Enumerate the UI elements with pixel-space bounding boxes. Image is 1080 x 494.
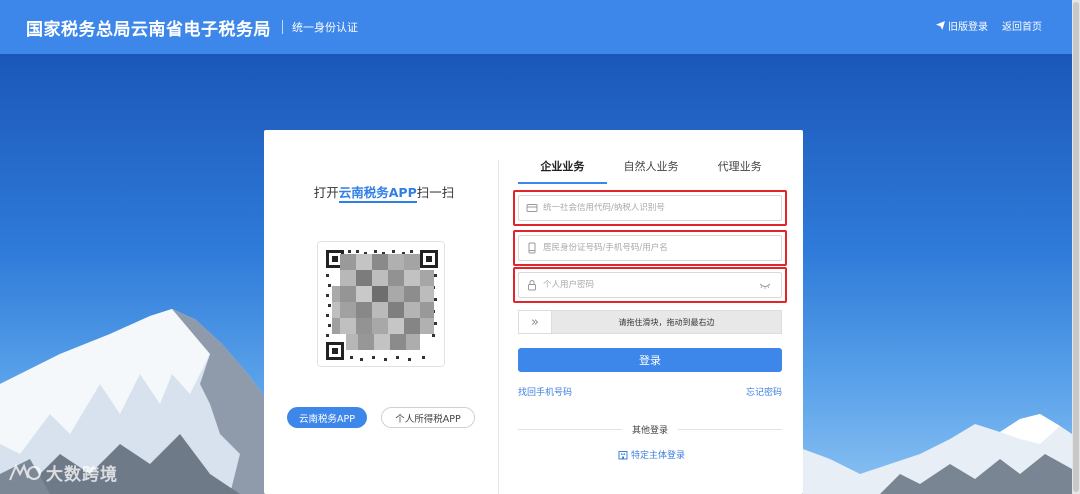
scan-suffix: 扫一扫 xyxy=(416,185,455,200)
watermark: 大数跨境 xyxy=(8,460,118,485)
title-divider xyxy=(282,20,283,34)
forgot-password-link[interactable]: 忘记密码 xyxy=(746,385,782,398)
credit-code-input[interactable] xyxy=(543,203,743,213)
scan-app-name: 云南税务APP xyxy=(338,185,417,203)
lock-icon xyxy=(528,280,536,291)
scan-instruction: 打开云南税务APP扫一扫 xyxy=(304,182,464,203)
double-chevron-right-icon: » xyxy=(531,314,539,330)
tab-agent[interactable]: 代理业务 xyxy=(695,158,784,184)
slider-handle[interactable]: » xyxy=(519,311,552,333)
other-login-label: 其他登录 xyxy=(622,423,678,436)
login-tabs: 企业业务 自然人业务 代理业务 xyxy=(518,158,784,184)
password-input[interactable] xyxy=(543,280,743,290)
qr-code xyxy=(317,241,445,367)
phone-icon xyxy=(528,242,536,254)
pane-divider xyxy=(498,160,499,494)
site-subtitle: 统一身份认证 xyxy=(292,21,358,34)
paper-plane-icon xyxy=(936,21,945,30)
building-icon xyxy=(618,450,628,459)
old-version-login-link[interactable]: 旧版登录 xyxy=(936,18,988,33)
old-login-label: 旧版登录 xyxy=(948,22,988,33)
watermark-logo-icon xyxy=(9,462,41,480)
special-login-label: 特定主体登录 xyxy=(631,451,686,461)
find-phone-link[interactable]: 找回手机号码 xyxy=(518,385,572,398)
credit-code-field xyxy=(518,195,782,221)
special-entity-login-link[interactable]: 特定主体登录 xyxy=(618,448,685,461)
header-links: 旧版登录 返回首页 xyxy=(936,18,1042,33)
password-field xyxy=(518,272,782,298)
site-title: 国家税务总局云南省电子税务局 xyxy=(26,19,271,40)
login-button[interactable]: 登录 xyxy=(518,348,782,372)
scan-prefix: 打开 xyxy=(313,185,339,200)
qr-login-pane: 打开云南税务APP扫一扫 云南税务APP 个人所得税APP xyxy=(264,130,498,494)
yunnan-tax-app-button[interactable]: 云南税务APP xyxy=(287,407,367,428)
watermark-text: 大数跨境 xyxy=(46,465,118,485)
slide-verification: » 请拖住滑块，拖动到最右边 xyxy=(518,310,782,334)
tab-individual[interactable]: 自然人业务 xyxy=(607,158,696,184)
hide-password-eye-icon[interactable] xyxy=(759,282,771,290)
scrollbar-thumb[interactable] xyxy=(1073,2,1079,492)
slider-instruction: 请拖住滑块，拖动到最右边 xyxy=(618,317,715,327)
tab-enterprise[interactable]: 企业业务 xyxy=(518,158,607,184)
password-highlight xyxy=(513,267,787,303)
login-card: 打开云南税务APP扫一扫 云南税务APP 个人所得税APP 企业业务 自然人业务… xyxy=(264,130,803,494)
top-header: 国家税务总局云南省电子税务局 统一身份认证 旧版登录 返回首页 xyxy=(0,0,1080,54)
back-home-link[interactable]: 返回首页 xyxy=(1002,18,1042,33)
id-number-field xyxy=(518,235,782,261)
id-number-highlight xyxy=(513,230,787,266)
credit-code-highlight xyxy=(513,190,787,226)
id-number-input[interactable] xyxy=(543,243,743,253)
qr-code-image xyxy=(318,242,444,366)
id-card-icon xyxy=(526,204,538,212)
personal-income-tax-app-button[interactable]: 个人所得税APP xyxy=(381,407,475,428)
page-scrollbar[interactable] xyxy=(1072,0,1080,494)
